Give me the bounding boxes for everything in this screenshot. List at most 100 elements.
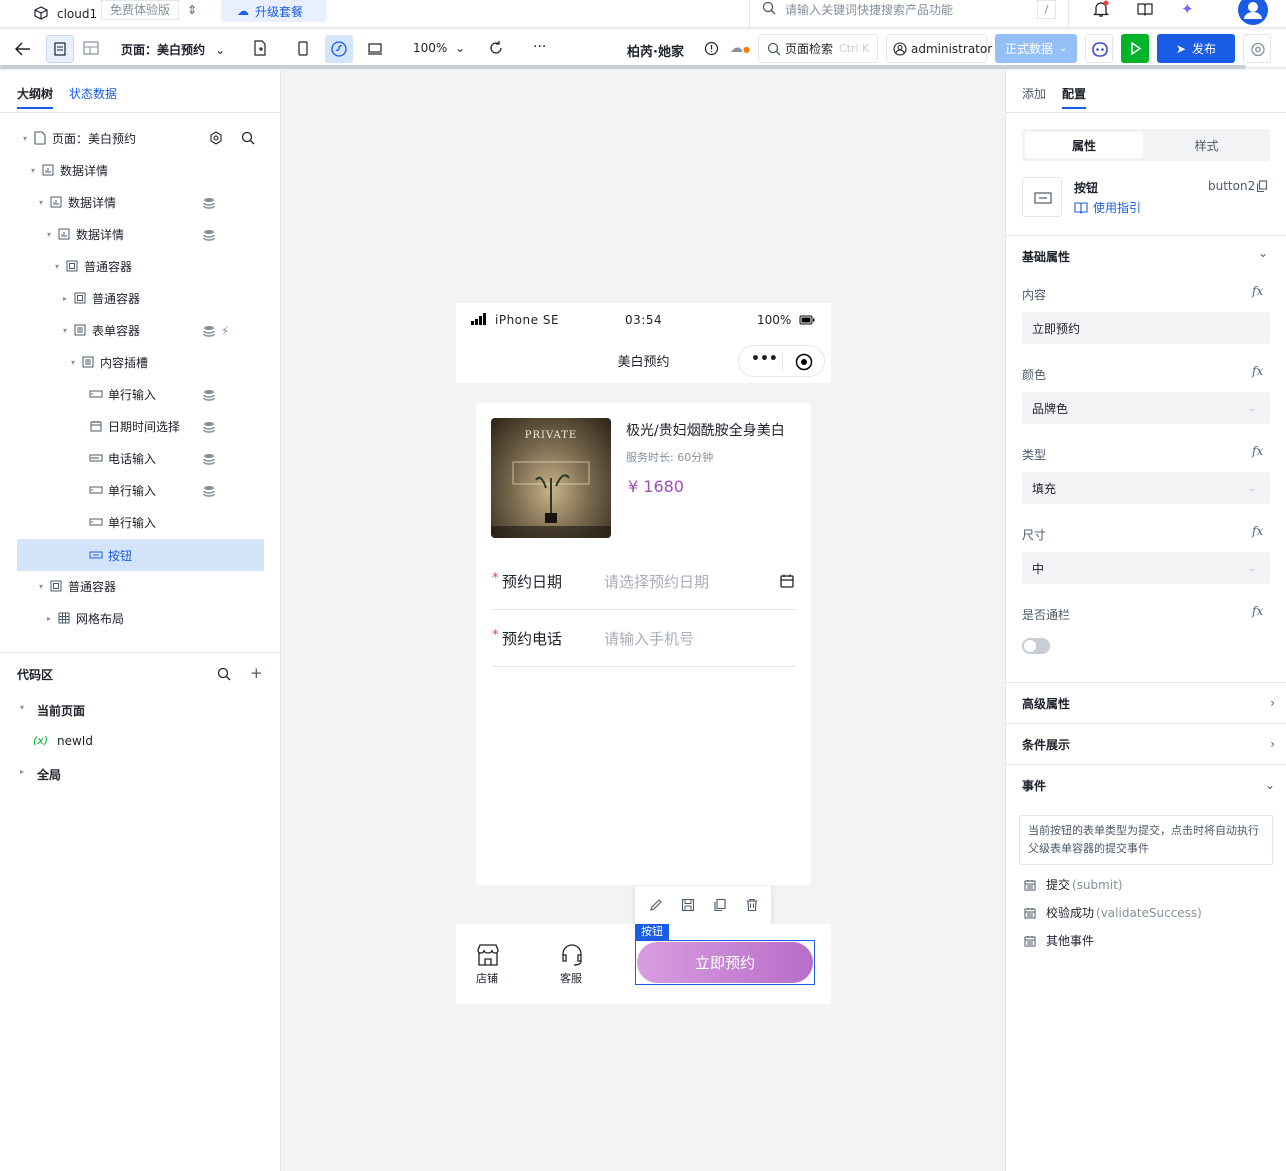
avatar[interactable] xyxy=(1238,0,1268,25)
tree-node-data-detail[interactable]: ▾ 数据详情 xyxy=(28,154,108,186)
bell-icon[interactable] xyxy=(1092,0,1110,18)
page-selector[interactable]: 页面：美白预约 ⌄ xyxy=(121,41,225,58)
global-node[interactable]: 全局 xyxy=(37,766,61,783)
tree-node-form-container[interactable]: ▾ 表单容器 xyxy=(60,314,140,346)
tab-outline-tree[interactable]: 大纲树 xyxy=(17,85,53,102)
current-page-node[interactable]: 当前页面 xyxy=(37,702,85,719)
caret-down-icon[interactable]: ▾ xyxy=(36,198,46,207)
phone-input[interactable]: 请输入手机号 xyxy=(604,628,694,649)
app-name[interactable]: cloud1 xyxy=(57,7,97,21)
tree-node-grid[interactable]: ▸ 网格布局 xyxy=(44,602,124,634)
variable-newid[interactable]: newId xyxy=(57,734,93,748)
date-picker-input[interactable]: 请选择预约日期 xyxy=(604,571,709,592)
fullwidth-toggle[interactable] xyxy=(1022,638,1050,654)
caret-down-icon[interactable]: ▾ xyxy=(20,134,30,143)
tree-node-data-detail[interactable]: ▾ 数据详情 xyxy=(44,218,124,250)
headset-icon[interactable] xyxy=(560,944,584,966)
event-other[interactable]: 其他事件 xyxy=(1024,932,1094,949)
upgrade-button[interactable]: ☁ 升级套餐 xyxy=(221,0,327,22)
switch-app-icon[interactable]: ⇕ xyxy=(187,3,197,17)
event-submit[interactable]: 提交 (submit) xyxy=(1024,876,1123,893)
fx-icon[interactable]: fx xyxy=(1252,524,1263,538)
outline-view-toggle[interactable] xyxy=(46,35,74,63)
usage-guide-link[interactable]: 使用指引 xyxy=(1074,199,1141,216)
content-input[interactable]: 立即预约 xyxy=(1022,312,1270,344)
tree-node-page[interactable]: ▾ 页面：美白预约 xyxy=(20,122,268,154)
gear-icon[interactable] xyxy=(209,131,223,145)
tree-node-container[interactable]: ▾ 普通容器 xyxy=(36,570,116,602)
tree-node-text-input[interactable]: 单行输入 xyxy=(86,378,156,410)
calendar-icon[interactable] xyxy=(779,573,795,589)
service-label[interactable]: 客服 xyxy=(560,970,582,986)
fx-icon[interactable]: fx xyxy=(1252,364,1263,378)
caret-right-icon[interactable]: ▸ xyxy=(20,767,24,776)
fx-icon[interactable]: fx xyxy=(1252,604,1263,618)
caret-down-icon[interactable]: ▾ xyxy=(28,166,38,175)
toolbar-scrollbar[interactable] xyxy=(0,65,1246,69)
tree-node-phone-input[interactable]: 电话输入 xyxy=(86,442,156,474)
store-icon[interactable] xyxy=(476,944,500,966)
color-select[interactable]: 品牌色 ⌄ xyxy=(1022,392,1270,424)
fx-icon[interactable]: fx xyxy=(1252,444,1263,458)
delete-trash-icon[interactable] xyxy=(745,898,759,912)
layout-view-toggle[interactable] xyxy=(78,35,106,63)
caret-down-icon[interactable]: ▾ xyxy=(52,262,62,271)
caret-down-icon[interactable]: ▾ xyxy=(44,230,54,239)
zoom-select[interactable]: 100% ⌄ xyxy=(413,41,465,55)
subtab-style[interactable]: 样式 xyxy=(1146,132,1267,158)
user-button[interactable]: administrator xyxy=(886,34,992,63)
events-section[interactable]: 事件 ⌄ xyxy=(1006,764,1286,805)
more-dots-icon[interactable]: ••• xyxy=(751,351,778,367)
info-icon[interactable] xyxy=(704,41,719,56)
publish-button[interactable]: ➤ 发布 xyxy=(1157,34,1235,63)
capsule-menu[interactable]: ••• xyxy=(738,345,825,377)
basic-props-title[interactable]: 基础属性 xyxy=(1022,248,1070,265)
data-env-select[interactable]: 正式数据 ⌄ xyxy=(995,34,1077,63)
refresh-icon[interactable] xyxy=(488,40,504,56)
subtab-properties[interactable]: 属性 xyxy=(1025,132,1143,158)
tree-node-data-detail[interactable]: ▾ 数据详情 xyxy=(36,186,116,218)
new-page-icon[interactable] xyxy=(253,40,267,56)
ai-assistant-icon[interactable] xyxy=(1085,34,1113,63)
tree-node-text-input[interactable]: 单行输入 xyxy=(86,506,156,538)
conditional-display-section[interactable]: 条件展示 › xyxy=(1006,723,1286,764)
miniprogram-view-icon[interactable] xyxy=(325,35,353,63)
tree-node-button[interactable]: 按钮 xyxy=(86,539,132,571)
save-icon[interactable] xyxy=(681,898,695,912)
page-search-button[interactable]: 页面检索 Ctrl K xyxy=(758,34,878,63)
copy-icon[interactable] xyxy=(1256,180,1268,193)
add-icon[interactable]: + xyxy=(250,664,263,682)
edit-pencil-icon[interactable] xyxy=(649,898,663,912)
tree-node-container[interactable]: ▾ 普通容器 xyxy=(52,250,132,282)
tab-state-data[interactable]: 状态数据 xyxy=(69,85,117,102)
close-target-icon[interactable] xyxy=(795,353,813,371)
caret-down-icon[interactable]: ▾ xyxy=(60,326,70,335)
caret-down-icon[interactable]: ▾ xyxy=(20,703,24,712)
fx-icon[interactable]: fx xyxy=(1252,284,1263,298)
caret-right-icon[interactable]: ▸ xyxy=(44,614,54,623)
tab-config[interactable]: 配置 xyxy=(1062,85,1086,102)
tree-node-container[interactable]: ▸ 普通容器 xyxy=(60,282,140,314)
search-icon[interactable] xyxy=(217,667,231,681)
preview-play-button[interactable] xyxy=(1121,34,1149,63)
caret-down-icon[interactable]: ▾ xyxy=(36,582,46,591)
ai-sparkle-icon[interactable]: ✦ xyxy=(1181,0,1194,18)
store-label[interactable]: 店铺 xyxy=(476,970,498,986)
more-icon[interactable]: ··· xyxy=(533,39,546,55)
settings-gear-icon[interactable] xyxy=(1243,34,1271,63)
tree-node-text-input[interactable]: 单行输入 xyxy=(86,474,156,506)
mobile-view-icon[interactable] xyxy=(297,41,309,57)
chevron-down-icon[interactable]: ⌄ xyxy=(1258,246,1268,260)
copy-icon[interactable] xyxy=(713,898,727,912)
advanced-props-section[interactable]: 高级属性 › xyxy=(1006,682,1286,723)
tree-node-content-slot[interactable]: ▾ 内容插槽 xyxy=(68,346,148,378)
book-now-button[interactable]: 立即预约 xyxy=(637,942,813,983)
caret-down-icon[interactable]: ▾ xyxy=(68,358,78,367)
back-arrow-icon[interactable] xyxy=(14,40,32,58)
search-icon[interactable] xyxy=(241,131,255,145)
size-select[interactable]: 中 ⌄ xyxy=(1022,552,1270,584)
docs-icon[interactable] xyxy=(1137,1,1153,17)
event-validate-success[interactable]: 校验成功 (validateSuccess) xyxy=(1024,904,1202,921)
tab-add[interactable]: 添加 xyxy=(1022,85,1046,102)
global-search-input[interactable]: 请输入关键词快捷搜索产品功能 xyxy=(785,1,953,18)
